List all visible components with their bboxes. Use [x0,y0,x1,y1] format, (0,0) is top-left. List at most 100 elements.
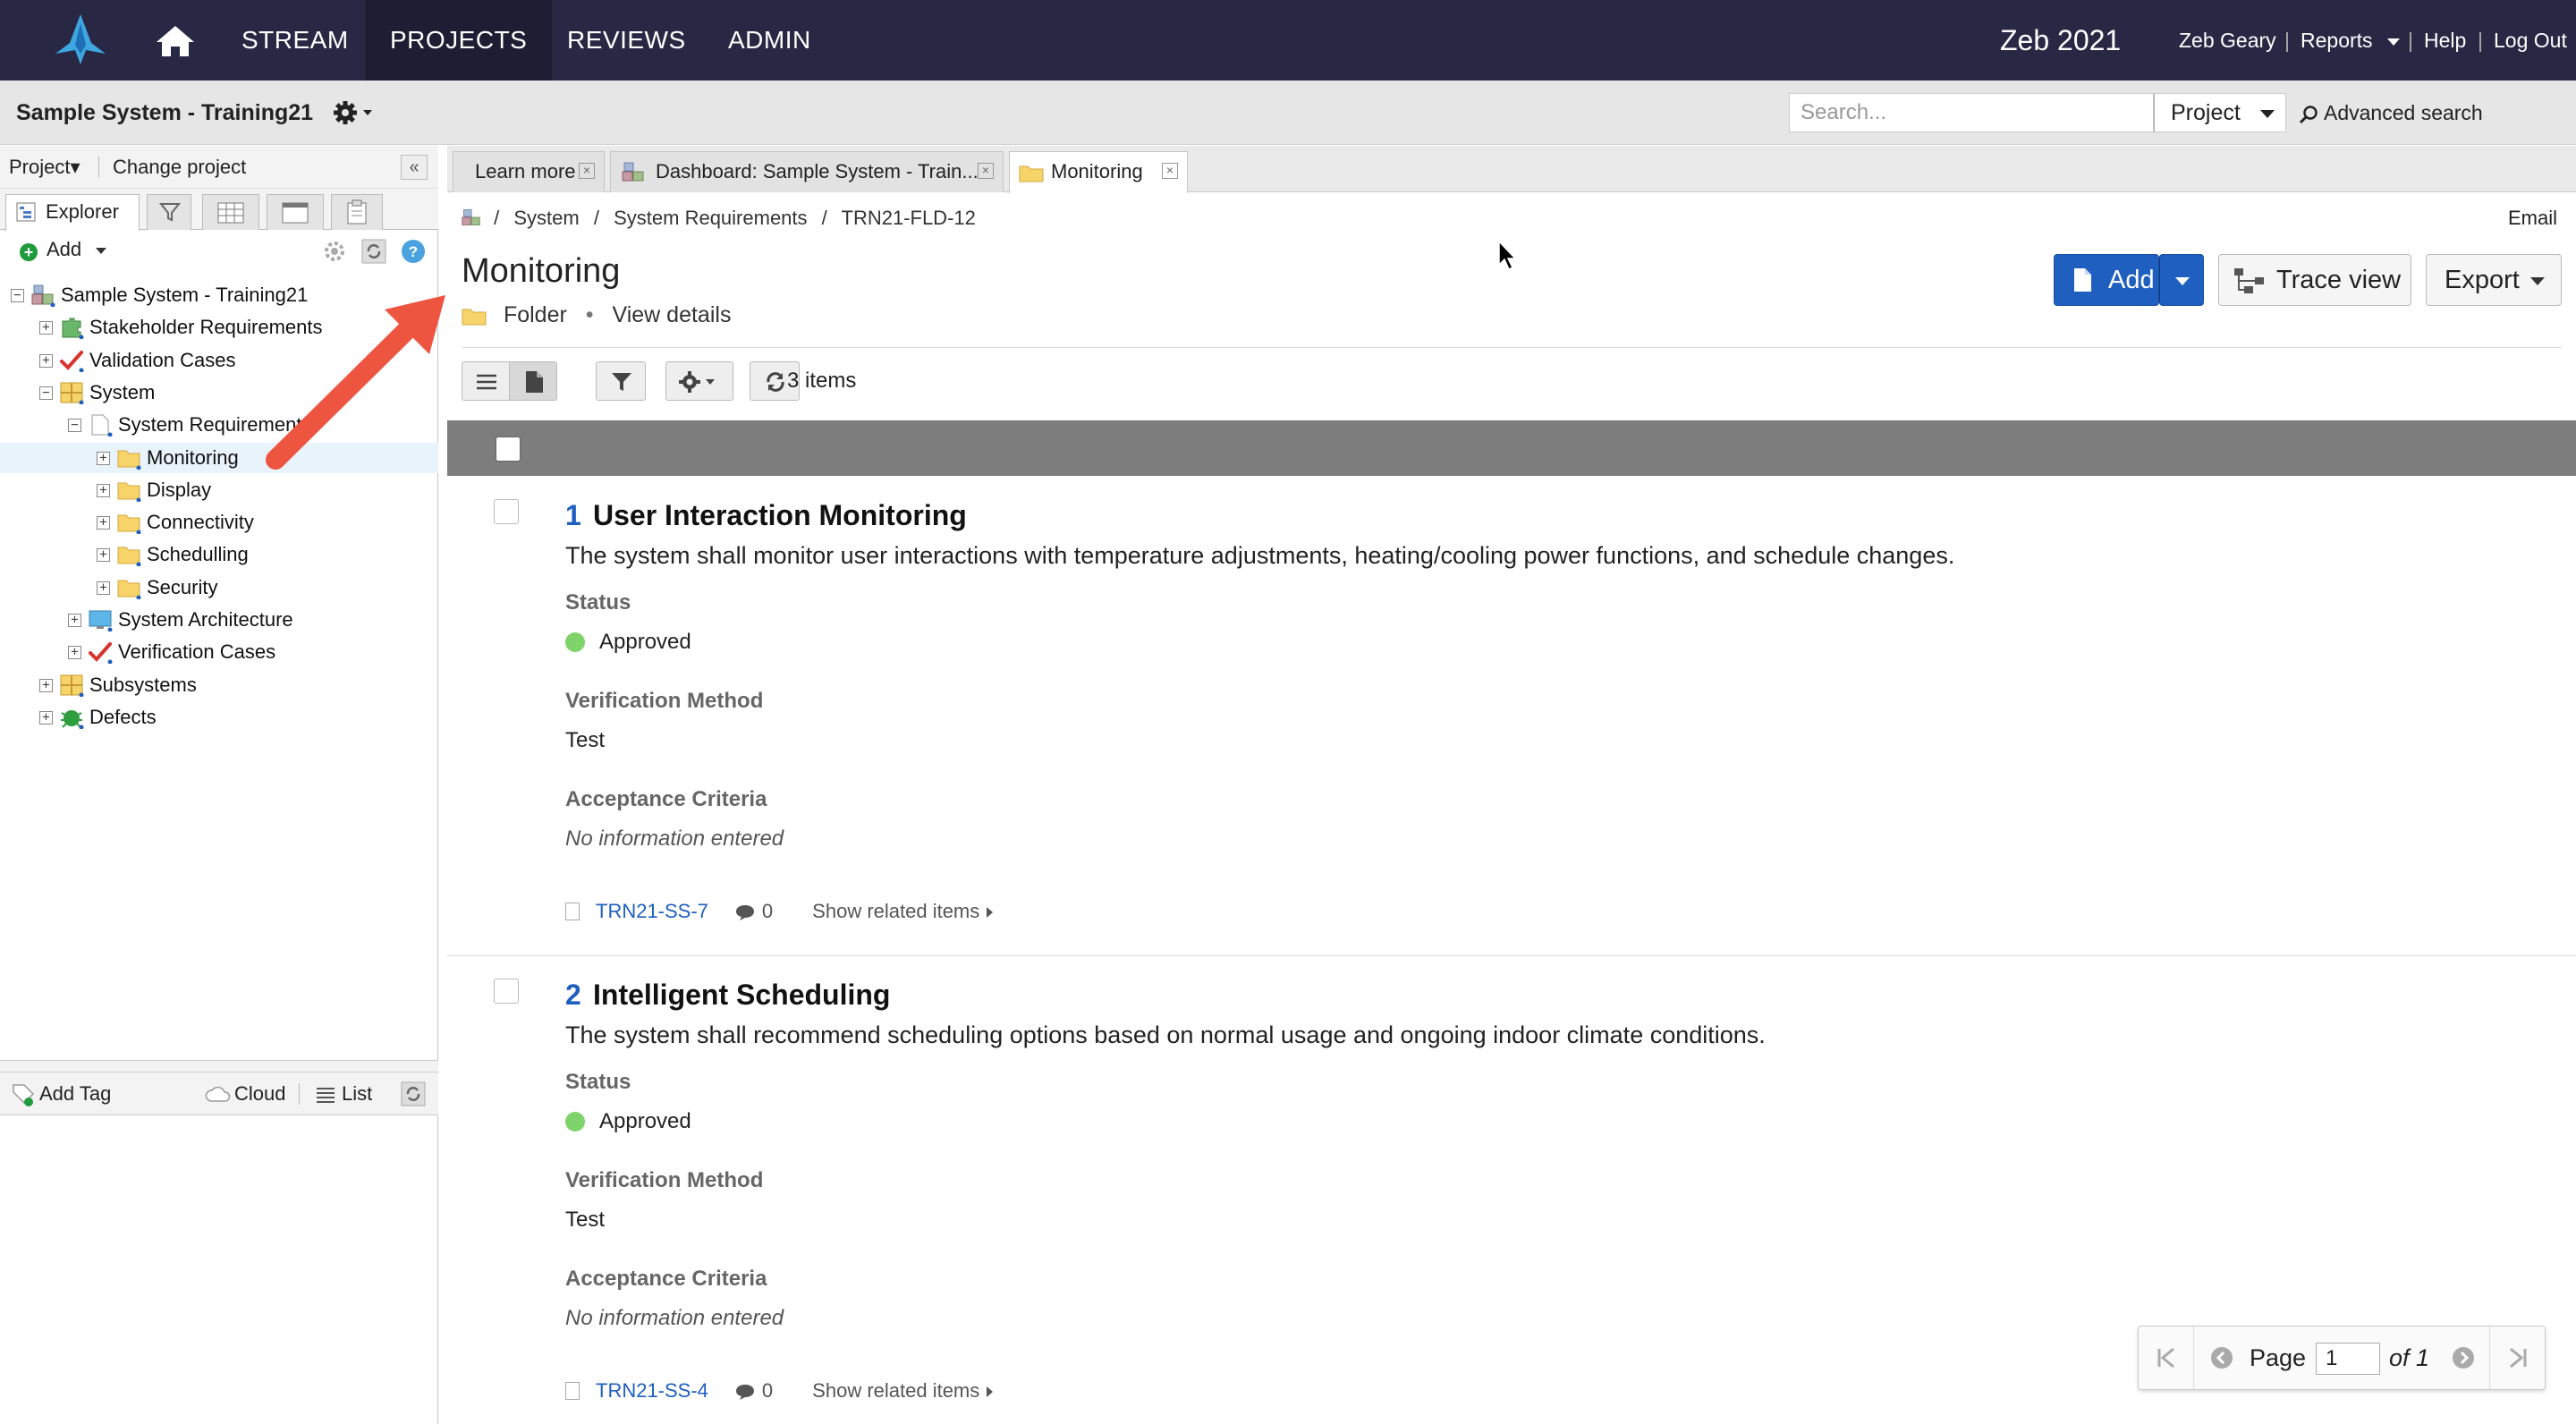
last-page-button[interactable] [2489,1327,2545,1389]
page-number-input[interactable]: 1 [2316,1343,2380,1375]
collapse-icon[interactable]: − [68,419,81,433]
add-dropdown-button[interactable] [2159,254,2204,306]
document-icon [91,414,113,437]
related-item-link[interactable]: TRN21-SS-7 [596,900,708,922]
item-checkbox[interactable] [494,499,519,524]
status-badge: Approved [565,630,691,655]
folder-icon [462,309,487,326]
refresh-icon[interactable] [401,1081,426,1106]
comment-icon[interactable] [735,903,755,921]
tree-node-label: Connectivity [147,511,254,534]
advanced-search-link[interactable]: Advanced search [2299,81,2483,145]
show-related-items-link[interactable]: Show related items [812,1379,979,1402]
document-view-button[interactable] [509,361,557,401]
list-view-button[interactable]: List [315,1072,372,1115]
tab-monitoring[interactable]: Monitoring × [1009,151,1188,193]
next-page-button[interactable] [2436,1327,2491,1389]
close-icon[interactable]: × [579,163,595,179]
show-related-items-link[interactable]: Show related items [812,900,979,922]
expand-icon[interactable]: + [97,581,110,595]
tree-node-schedulling[interactable]: + Schedulling [0,539,438,570]
export-button[interactable]: Export [2426,254,2562,306]
close-icon[interactable]: × [1162,163,1178,179]
select-all-checkbox[interactable] [496,437,521,462]
search-scope-select[interactable]: Project [2154,93,2286,132]
settings-icon[interactable] [322,239,347,264]
nav-admin[interactable]: ADMIN [703,0,836,81]
list-settings-button[interactable] [665,361,733,401]
comment-icon[interactable] [735,1383,755,1401]
breadcrumb-system[interactable]: System [513,207,579,229]
reports-menu[interactable]: Reports [2301,0,2400,81]
filter-button[interactable] [596,361,646,401]
list-icon [477,374,496,390]
expand-icon[interactable]: + [39,710,53,725]
acceptance-criteria-value: No information entered [565,1306,784,1330]
acceptance-criteria-label: Acceptance Criteria [565,787,767,811]
tree-node-security[interactable]: + Security [0,572,438,603]
tab-clipboard[interactable] [331,194,383,230]
close-icon[interactable]: × [978,163,994,179]
collapse-icon[interactable]: − [39,386,53,400]
tab-window[interactable] [267,194,324,230]
expand-icon[interactable]: + [68,614,81,627]
first-page-button[interactable] [2139,1327,2194,1389]
tree-node-verification-cases[interactable]: + Verification Cases [0,637,438,667]
tab-dashboard[interactable]: Dashboard: Sample System - Train... × [610,151,1004,192]
search-input[interactable]: Search... [1789,93,2154,132]
logout-link[interactable]: Log Out [2494,0,2567,81]
user-menu[interactable]: Zeb Geary [2179,0,2276,81]
expand-icon[interactable]: + [97,451,110,465]
tab-filter[interactable] [147,194,191,230]
expand-icon[interactable]: + [97,516,110,530]
nav-stream[interactable]: STREAM [216,0,374,81]
item-title[interactable]: User Interaction Monitoring [593,499,967,532]
item-checkbox[interactable] [494,979,519,1004]
tab-learn-more[interactable]: Learn more × [453,151,605,192]
project-icon[interactable] [462,208,481,227]
status-badge: Approved [565,1109,691,1134]
app-logo-icon[interactable] [48,11,113,70]
add-button[interactable]: + Add [20,230,107,269]
nav-reviews[interactable]: REVIEWS [542,0,711,81]
refresh-icon[interactable] [361,239,386,264]
cloud-view-button[interactable]: Cloud [204,1072,285,1115]
tree-node-subsystems[interactable]: + Subsystems [0,670,438,700]
advanced-search-label: Advanced search [2324,101,2483,124]
breadcrumb-system-requirements[interactable]: System Requirements [614,207,807,229]
project-menu[interactable]: Project▾ [9,146,80,189]
item-title[interactable]: Intelligent Scheduling [593,979,890,1012]
add-tag-button[interactable]: Add Tag [11,1072,111,1115]
trace-view-button[interactable]: Trace view [2218,254,2411,306]
help-icon[interactable]: ? [401,239,426,264]
collapse-icon[interactable]: − [11,289,24,302]
expand-icon[interactable]: + [39,321,53,335]
nav-projects[interactable]: PROJECTS [365,0,553,81]
change-project-link[interactable]: Change project [113,146,246,189]
add-button[interactable]: Add [2054,254,2159,306]
tree-node-defects[interactable]: + Defects [0,702,438,733]
expand-icon[interactable]: + [97,483,110,497]
collapse-panel-button[interactable]: « [401,155,428,180]
expand-icon[interactable]: + [39,678,53,692]
expand-icon[interactable]: + [39,353,53,368]
related-item-link[interactable]: TRN21-SS-4 [596,1379,708,1402]
tree-node-connectivity[interactable]: + Connectivity [0,507,438,538]
list-icon [317,1088,335,1104]
tree-node-system-architecture[interactable]: + System Architecture [0,605,438,635]
folder-icon [117,482,141,502]
expand-icon[interactable]: + [68,646,81,660]
home-icon[interactable] [154,23,197,59]
email-link[interactable]: Email [2508,204,2557,233]
list-view-button[interactable] [462,361,510,401]
expand-icon[interactable]: + [97,548,110,563]
previous-page-button[interactable] [2194,1327,2250,1389]
panel-splitter[interactable] [0,1060,438,1072]
help-link[interactable]: Help [2424,0,2466,81]
tab-grid[interactable] [202,194,259,230]
document-icon [526,371,543,393]
tab-explorer[interactable]: Explorer [5,194,140,231]
view-details-link[interactable]: View details [613,302,732,327]
cloud-label: Cloud [234,1082,286,1105]
gear-icon[interactable] [331,98,376,127]
